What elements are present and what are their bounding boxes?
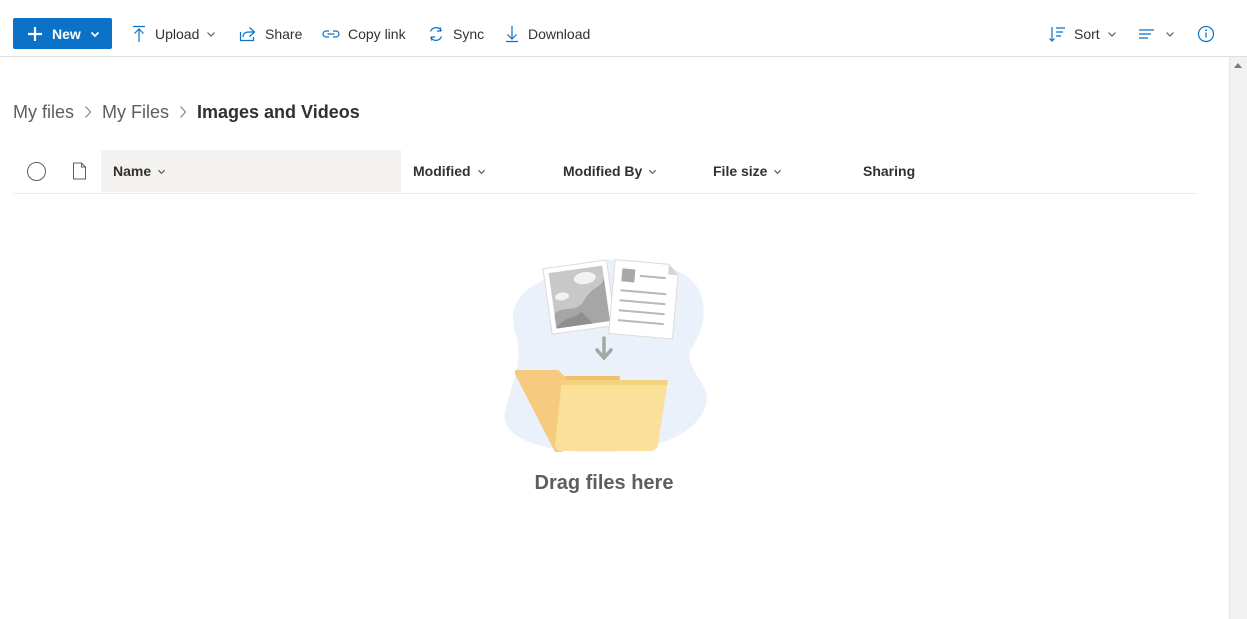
upload-label: Upload [155, 26, 200, 42]
column-modified-label: Modified [413, 163, 471, 179]
vertical-scrollbar[interactable] [1229, 57, 1247, 619]
chevron-down-icon [207, 32, 216, 37]
empty-state-message: Drag files here [534, 472, 674, 494]
sync-label: Sync [453, 26, 485, 42]
sync-icon [429, 27, 443, 41]
plus-icon [28, 26, 42, 41]
view-options-button[interactable] [1138, 22, 1175, 46]
sort-label: Sort [1074, 26, 1100, 42]
breadcrumb-item-my-files[interactable]: My files [13, 102, 74, 123]
share-button[interactable]: Share [239, 22, 302, 46]
new-button[interactable]: New [13, 18, 112, 49]
copy-link-label: Copy link [348, 26, 406, 42]
chevron-down-icon [649, 169, 657, 174]
download-button[interactable]: Download [504, 22, 590, 46]
info-icon [1197, 25, 1215, 43]
upload-icon [133, 25, 145, 42]
column-header-modified-by[interactable]: Modified By [563, 150, 657, 192]
info-button[interactable] [1197, 22, 1223, 46]
chevron-down-icon [158, 169, 166, 174]
download-label: Download [528, 26, 591, 42]
copy-link-button[interactable]: Copy link [322, 22, 406, 46]
column-header-row: Name Modified Modified By File size Shar… [13, 150, 1197, 194]
chevron-down-icon [1166, 32, 1174, 37]
sort-button[interactable]: Sort [1048, 22, 1117, 46]
link-icon [322, 30, 340, 38]
sync-button[interactable]: Sync [427, 22, 484, 46]
download-icon [506, 26, 518, 43]
list-view-icon [1139, 29, 1154, 39]
chevron-down-icon [1107, 32, 1116, 37]
breadcrumb-item-my-files-folder[interactable]: My Files [102, 102, 169, 123]
column-modified-by-label: Modified By [563, 163, 643, 179]
chevron-down-icon [774, 169, 782, 174]
upload-button[interactable]: Upload [131, 22, 216, 46]
column-name-label: Name [113, 163, 152, 179]
chevron-right-icon [84, 105, 92, 119]
select-all-checkbox[interactable] [27, 162, 46, 181]
sort-icon [1049, 27, 1065, 42]
breadcrumb: My files My Files Images and Videos [13, 99, 360, 125]
breadcrumb-current: Images and Videos [197, 101, 360, 122]
scroll-up-arrow-icon[interactable] [1234, 63, 1242, 68]
chevron-right-icon [179, 105, 187, 119]
column-sharing-label: Sharing [863, 163, 916, 179]
share-icon [239, 27, 256, 42]
new-button-label: New [52, 25, 81, 42]
column-header-file-size[interactable]: File size [713, 150, 782, 192]
column-header-modified[interactable]: Modified [413, 150, 486, 192]
column-header-name[interactable]: Name [101, 150, 401, 192]
chevron-down-icon [90, 31, 99, 37]
share-label: Share [265, 26, 303, 42]
command-bar: New Upload Share Copy link Sync Download… [0, 0, 1247, 57]
column-file-size-label: File size [713, 163, 768, 179]
empty-folder-illustration [500, 252, 712, 462]
chevron-down-icon [477, 169, 485, 174]
column-header-sharing[interactable]: Sharing [863, 150, 915, 192]
file-type-icon[interactable] [72, 162, 87, 185]
